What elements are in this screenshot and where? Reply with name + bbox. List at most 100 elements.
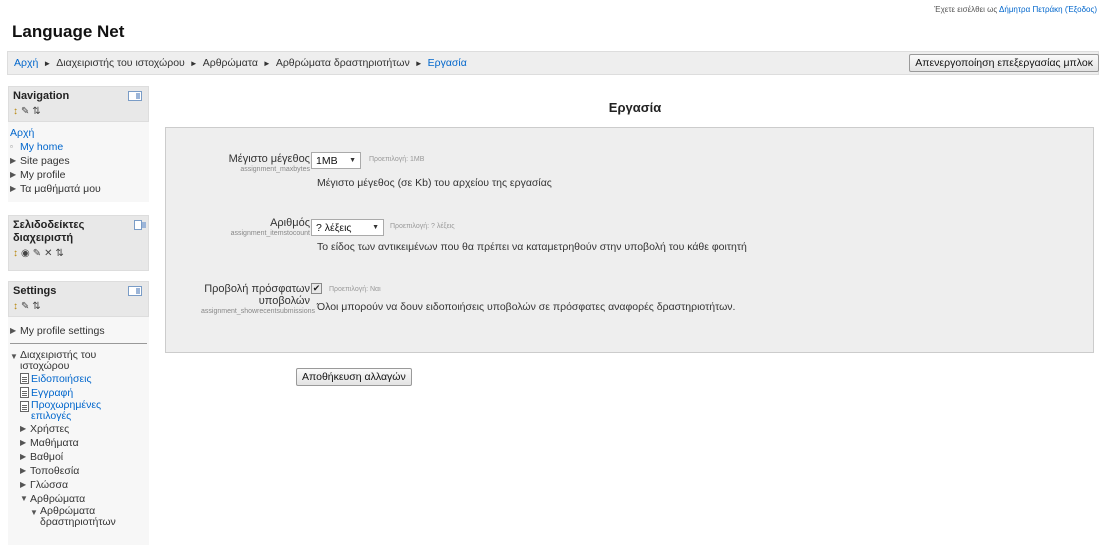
block-controls: ↕ ◉ ✎ ✕ ⇅ bbox=[13, 248, 144, 259]
itemstocount-label-text: Αριθμός bbox=[270, 217, 310, 229]
triangle-icon[interactable]: ▶ bbox=[10, 154, 20, 168]
itemstocount-description: Το είδος των αντικειμένων που θα πρέπει … bbox=[317, 241, 747, 253]
triangle-icon[interactable]: ▶ bbox=[20, 450, 30, 464]
settings-form-panel: Μέγιστο μέγεθος assignment_maxbytes 1MB … bbox=[165, 127, 1094, 353]
save-changes-button[interactable]: Αποθήκευση αλλαγών bbox=[296, 368, 412, 386]
logout-link[interactable]: (Έξοδος) bbox=[1065, 5, 1097, 14]
breadcrumb-activity-modules[interactable]: Αρθρώματα δραστηριοτήτων bbox=[276, 57, 410, 69]
triangle-down-icon[interactable]: ▼ bbox=[20, 492, 30, 506]
breadcrumb-separator: ► bbox=[189, 58, 198, 68]
showrecent-description: Όλοι μπορούν να δουν ειδοποιήσεις υποβολ… bbox=[317, 301, 736, 313]
settings-plugins[interactable]: Αρθρώματα bbox=[30, 492, 85, 506]
settings-block-body: ▶ My profile settings ▼ Διαχειριστής του ι… bbox=[8, 317, 149, 534]
triangle-icon[interactable]: ▶ bbox=[10, 324, 20, 338]
page-title: Εργασία bbox=[608, 100, 662, 115]
chevron-down-icon: ▼ bbox=[372, 224, 379, 231]
settings-location[interactable]: Τοποθεσία bbox=[30, 464, 79, 478]
showrecent-label-line1: Προβολή πρόσφατων bbox=[204, 283, 310, 295]
triangle-icon[interactable]: ▶ bbox=[10, 168, 20, 182]
itemstocount-label: Αριθμός assignment_itemstocount bbox=[166, 217, 310, 238]
showrecent-label: Προβολή πρόσφατων υποβολών assignment_sh… bbox=[166, 283, 315, 316]
site-title: Language Net bbox=[12, 22, 125, 41]
settings-grades[interactable]: Βαθμοί bbox=[30, 450, 63, 464]
settings-notifications-link[interactable]: Ειδοποιήσεις bbox=[31, 372, 92, 386]
showrecent-label-line2: υποβολών bbox=[258, 295, 310, 307]
navigation-block-header: Navigation ↕ ✎ ⇅ bbox=[8, 86, 149, 122]
dock-icon[interactable] bbox=[128, 286, 142, 296]
navigation-block: Navigation ↕ ✎ ⇅ Αρχή ▫ My home ▶ Site pag… bbox=[8, 86, 149, 202]
maxbytes-label: Μέγιστο μέγεθος assignment_maxbytes bbox=[166, 153, 310, 174]
maxbytes-label-text: Μέγιστο μέγεθος bbox=[228, 153, 310, 165]
nav-home-link[interactable]: Αρχή bbox=[10, 126, 34, 140]
move-up-down-icon[interactable]: ⇅ bbox=[56, 248, 64, 259]
edit-icon[interactable]: ✎ bbox=[33, 248, 41, 259]
move-icon[interactable]: ↕ bbox=[13, 248, 18, 259]
turn-editing-off-button[interactable]: Απενεργοποίηση επεξεργασίας μπλοκ bbox=[909, 54, 1099, 72]
move-icon[interactable]: ↕ bbox=[13, 301, 18, 312]
nav-my-courses[interactable]: Τα μαθήματά μου bbox=[20, 182, 101, 196]
delete-icon[interactable]: ✕ bbox=[44, 248, 52, 259]
maxbytes-default: Προεπιλογή: 1MB bbox=[369, 156, 425, 163]
hide-icon[interactable]: ◉ bbox=[21, 248, 30, 259]
file-icon bbox=[20, 401, 29, 412]
navigation-block-title: Navigation bbox=[13, 90, 70, 102]
breadcrumb-plugins[interactable]: Αρθρώματα bbox=[203, 57, 258, 69]
block-controls: ↕ ✎ ⇅ bbox=[13, 301, 144, 312]
settings-block: Settings ↕ ✎ ⇅ ▶ My profile settings ▼ Δια… bbox=[8, 281, 149, 545]
settings-site-admin[interactable]: Διαχειριστής του ιστοχώρου bbox=[20, 350, 120, 372]
triangle-icon[interactable]: ▶ bbox=[20, 422, 30, 436]
itemstocount-setting-name: assignment_itemstocount bbox=[230, 230, 310, 237]
admin-bookmarks-block: Σελιδοδείκτες διαχειριστή ↕ ◉ ✎ ✕ ⇅ bbox=[8, 215, 149, 271]
triangle-down-icon[interactable]: ▼ bbox=[30, 506, 40, 520]
nav-site-pages[interactable]: Site pages bbox=[20, 154, 70, 168]
triangle-icon[interactable]: ▶ bbox=[20, 436, 30, 450]
admin-bookmarks-block-title: Σελιδοδείκτες διαχειριστή bbox=[13, 219, 85, 244]
settings-language[interactable]: Γλώσσα bbox=[30, 478, 68, 492]
block-controls: ↕ ✎ ⇅ bbox=[13, 106, 144, 117]
settings-activity-modules[interactable]: Αρθρώματα δραστηριοτήτων bbox=[40, 506, 120, 528]
breadcrumb-site-admin[interactable]: Διαχειριστής του ιστοχώρου bbox=[56, 57, 185, 69]
itemstocount-default: Προεπιλογή: ? λέξεις bbox=[390, 223, 455, 230]
settings-courses[interactable]: Μαθήματα bbox=[30, 436, 79, 450]
showrecent-setting-name: assignment_showrecentsubmissions bbox=[201, 308, 315, 315]
breadcrumb-assignment[interactable]: Εργασία bbox=[428, 57, 467, 69]
edit-icon[interactable]: ✎ bbox=[21, 106, 29, 117]
maxbytes-value: 1MB bbox=[316, 154, 338, 167]
triangle-icon[interactable]: ▶ bbox=[10, 182, 20, 196]
dock-icon[interactable] bbox=[128, 91, 142, 101]
file-icon bbox=[20, 373, 29, 384]
user-name-link[interactable]: Δήμητρα Πετράκη bbox=[999, 5, 1063, 14]
triangle-icon[interactable]: ▶ bbox=[20, 464, 30, 478]
settings-block-title: Settings bbox=[13, 285, 57, 297]
admin-bookmarks-block-header: Σελιδοδείκτες διαχειριστή ↕ ◉ ✎ ✕ ⇅ bbox=[8, 215, 149, 271]
itemstocount-value: ? λέξεις bbox=[316, 221, 352, 234]
settings-registration-link[interactable]: Εγγραφή bbox=[31, 386, 73, 400]
maxbytes-description: Μέγιστο μέγεθος (σε Kb) του αρχείου της … bbox=[317, 177, 552, 189]
settings-block-header: Settings ↕ ✎ ⇅ bbox=[8, 281, 149, 317]
nav-my-profile[interactable]: My profile bbox=[20, 168, 66, 182]
move-icon[interactable]: ↕ bbox=[13, 106, 18, 117]
itemstocount-select[interactable]: ? λέξεις ▼ bbox=[311, 219, 384, 236]
breadcrumb-home[interactable]: Αρχή bbox=[14, 57, 38, 69]
chevron-down-icon: ▼ bbox=[349, 157, 356, 164]
showrecent-checkbox[interactable]: ✔ bbox=[311, 283, 322, 294]
edit-icon[interactable]: ✎ bbox=[21, 301, 29, 312]
breadcrumb-separator: ► bbox=[414, 58, 423, 68]
move-up-down-icon[interactable]: ⇅ bbox=[32, 301, 40, 312]
login-prefix: Έχετε εισέλθει ως bbox=[934, 5, 998, 14]
breadcrumb-separator: ► bbox=[43, 58, 52, 68]
bullet-icon: ▫ bbox=[10, 142, 13, 151]
dock-icon[interactable] bbox=[134, 220, 146, 230]
maxbytes-select[interactable]: 1MB ▼ bbox=[311, 152, 361, 169]
triangle-down-icon[interactable]: ▼ bbox=[10, 350, 20, 364]
triangle-icon[interactable]: ▶ bbox=[20, 478, 30, 492]
login-info: Έχετε εισέλθει ως Δήμητρα Πετράκη (Έξοδο… bbox=[934, 5, 1097, 14]
file-icon bbox=[20, 387, 29, 398]
settings-my-profile[interactable]: My profile settings bbox=[20, 324, 105, 338]
settings-users[interactable]: Χρήστες bbox=[30, 422, 69, 436]
settings-advanced-link[interactable]: Προχωρημένες επιλογές bbox=[31, 400, 111, 422]
navigation-block-body: Αρχή ▫ My home ▶ Site pages ▶ My profile ▶ Τ… bbox=[8, 122, 149, 202]
maxbytes-setting-name: assignment_maxbytes bbox=[240, 166, 310, 173]
nav-my-home-link[interactable]: My home bbox=[20, 140, 63, 154]
move-up-down-icon[interactable]: ⇅ bbox=[32, 106, 40, 117]
